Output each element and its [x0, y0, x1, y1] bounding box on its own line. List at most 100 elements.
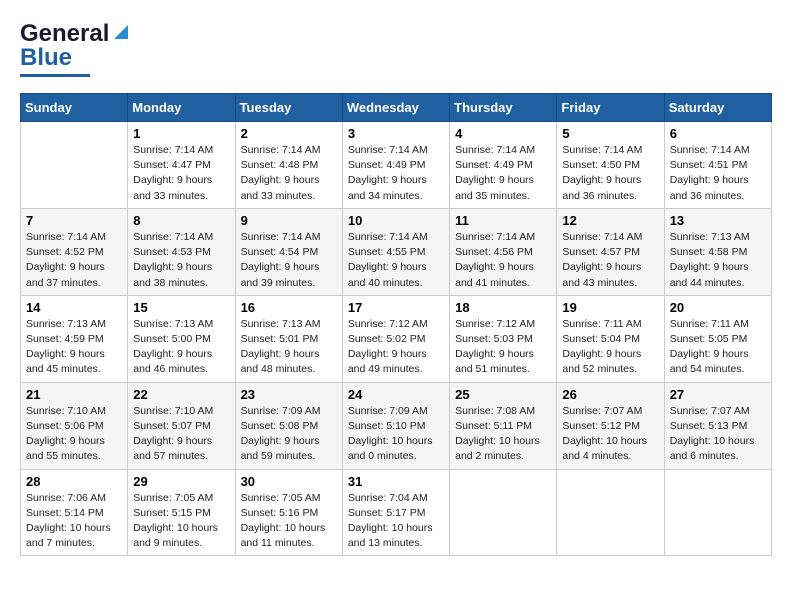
day-number: 31 [348, 474, 444, 489]
day-info: Sunrise: 7:14 AM Sunset: 4:50 PM Dayligh… [562, 143, 658, 204]
calendar-cell: 25 Sunrise: 7:08 AM Sunset: 5:11 PM Dayli… [450, 382, 557, 469]
day-number: 13 [670, 213, 766, 228]
calendar-cell: 7Sunrise: 7:14 AM Sunset: 4:52 PM Daylig… [21, 208, 128, 295]
day-info: Sunrise: 7:14 AM Sunset: 4:57 PM Dayligh… [562, 230, 658, 291]
day-info: Sunrise: 7:11 AM Sunset: 5:04 PM Dayligh… [562, 317, 658, 378]
weekday-header-wednesday: Wednesday [342, 94, 449, 122]
day-info: Sunrise: 7:14 AM Sunset: 4:51 PM Dayligh… [670, 143, 766, 204]
day-info: Sunrise: 7:14 AM Sunset: 4:48 PM Dayligh… [241, 143, 337, 204]
calendar-week-row: 21 Sunrise: 7:10 AM Sunset: 5:06 PM Dayli… [21, 382, 772, 469]
calendar-week-row: 1 Sunrise: 7:14 AM Sunset: 4:47 PM Daylig… [21, 122, 772, 209]
day-info: Sunrise: 7:13 AM Sunset: 4:59 PM Dayligh… [26, 317, 122, 378]
calendar-cell [450, 469, 557, 556]
day-number: 24 [348, 387, 444, 402]
day-info: Sunrise: 7:14 AM Sunset: 4:55 PM Dayligh… [348, 230, 444, 291]
day-info: Sunrise: 7:14 AM Sunset: 4:53 PM Dayligh… [133, 230, 229, 291]
calendar-cell: 21 Sunrise: 7:10 AM Sunset: 5:06 PM Dayli… [21, 382, 128, 469]
calendar-cell: 20 Sunrise: 7:11 AM Sunset: 5:05 PM Dayli… [664, 295, 771, 382]
calendar-cell: 23Sunrise: 7:09 AM Sunset: 5:08 PM Dayli… [235, 382, 342, 469]
day-info: Sunrise: 7:08 AM Sunset: 5:11 PM Dayligh… [455, 404, 551, 465]
day-info: Sunrise: 7:09 AM Sunset: 5:10 PM Dayligh… [348, 404, 444, 465]
day-number: 29 [133, 474, 229, 489]
day-info: Sunrise: 7:05 AM Sunset: 5:16 PM Dayligh… [241, 491, 337, 552]
day-info: Sunrise: 7:12 AM Sunset: 5:03 PM Dayligh… [455, 317, 551, 378]
day-number: 4 [455, 126, 551, 141]
calendar-cell: 9Sunrise: 7:14 AM Sunset: 4:54 PM Daylig… [235, 208, 342, 295]
day-info: Sunrise: 7:04 AM Sunset: 5:17 PM Dayligh… [348, 491, 444, 552]
day-info: Sunrise: 7:10 AM Sunset: 5:06 PM Dayligh… [26, 404, 122, 465]
calendar-cell: 22 Sunrise: 7:10 AM Sunset: 5:07 PM Dayli… [128, 382, 235, 469]
calendar-cell: 11 Sunrise: 7:14 AM Sunset: 4:56 PM Dayli… [450, 208, 557, 295]
day-info: Sunrise: 7:09 AM Sunset: 5:08 PM Dayligh… [241, 404, 337, 465]
calendar-cell: 31 Sunrise: 7:04 AM Sunset: 5:17 PM Dayli… [342, 469, 449, 556]
weekday-header-sunday: Sunday [21, 94, 128, 122]
day-number: 1 [133, 126, 229, 141]
day-info: Sunrise: 7:05 AM Sunset: 5:15 PM Dayligh… [133, 491, 229, 552]
logo: General Blue [20, 20, 132, 77]
day-number: 6 [670, 126, 766, 141]
day-info: Sunrise: 7:13 AM Sunset: 5:01 PM Dayligh… [241, 317, 337, 378]
calendar-cell: 15Sunrise: 7:13 AM Sunset: 5:00 PM Dayli… [128, 295, 235, 382]
day-info: Sunrise: 7:14 AM Sunset: 4:47 PM Dayligh… [133, 143, 229, 204]
calendar-cell: 28 Sunrise: 7:06 AM Sunset: 5:14 PM Dayli… [21, 469, 128, 556]
logo-underline [20, 74, 90, 77]
day-number: 17 [348, 300, 444, 315]
day-info: Sunrise: 7:11 AM Sunset: 5:05 PM Dayligh… [670, 317, 766, 378]
calendar-cell: 13Sunrise: 7:13 AM Sunset: 4:58 PM Dayli… [664, 208, 771, 295]
day-number: 8 [133, 213, 229, 228]
calendar-week-row: 14 Sunrise: 7:13 AM Sunset: 4:59 PM Dayli… [21, 295, 772, 382]
calendar-cell: 29 Sunrise: 7:05 AM Sunset: 5:15 PM Dayli… [128, 469, 235, 556]
weekday-header-saturday: Saturday [664, 94, 771, 122]
weekday-header-friday: Friday [557, 94, 664, 122]
weekday-header-tuesday: Tuesday [235, 94, 342, 122]
day-number: 5 [562, 126, 658, 141]
calendar-cell: 6 Sunrise: 7:14 AM Sunset: 4:51 PM Daylig… [664, 122, 771, 209]
calendar-cell: 2 Sunrise: 7:14 AM Sunset: 4:48 PM Daylig… [235, 122, 342, 209]
calendar-cell: 5 Sunrise: 7:14 AM Sunset: 4:50 PM Daylig… [557, 122, 664, 209]
calendar-cell: 12 Sunrise: 7:14 AM Sunset: 4:57 PM Dayli… [557, 208, 664, 295]
day-info: Sunrise: 7:14 AM Sunset: 4:54 PM Dayligh… [241, 230, 337, 291]
calendar-cell: 26Sunrise: 7:07 AM Sunset: 5:12 PM Dayli… [557, 382, 664, 469]
calendar-cell: 27Sunrise: 7:07 AM Sunset: 5:13 PM Dayli… [664, 382, 771, 469]
calendar-table: SundayMondayTuesdayWednesdayThursdayFrid… [20, 93, 772, 556]
logo-arrow-icon [110, 21, 132, 43]
day-number: 26 [562, 387, 658, 402]
day-number: 30 [241, 474, 337, 489]
calendar-cell: 16 Sunrise: 7:13 AM Sunset: 5:01 PM Dayli… [235, 295, 342, 382]
day-number: 21 [26, 387, 122, 402]
day-number: 27 [670, 387, 766, 402]
day-number: 22 [133, 387, 229, 402]
calendar-cell: 1 Sunrise: 7:14 AM Sunset: 4:47 PM Daylig… [128, 122, 235, 209]
day-info: Sunrise: 7:10 AM Sunset: 5:07 PM Dayligh… [133, 404, 229, 465]
calendar-cell: 3 Sunrise: 7:14 AM Sunset: 4:49 PM Daylig… [342, 122, 449, 209]
day-number: 10 [348, 213, 444, 228]
day-info: Sunrise: 7:14 AM Sunset: 4:49 PM Dayligh… [348, 143, 444, 204]
day-number: 3 [348, 126, 444, 141]
day-number: 28 [26, 474, 122, 489]
day-info: Sunrise: 7:06 AM Sunset: 5:14 PM Dayligh… [26, 491, 122, 552]
day-info: Sunrise: 7:14 AM Sunset: 4:52 PM Dayligh… [26, 230, 122, 291]
calendar-cell [557, 469, 664, 556]
calendar-cell: 17 Sunrise: 7:12 AM Sunset: 5:02 PM Dayli… [342, 295, 449, 382]
day-number: 14 [26, 300, 122, 315]
day-number: 16 [241, 300, 337, 315]
weekday-header-monday: Monday [128, 94, 235, 122]
calendar-cell: 18 Sunrise: 7:12 AM Sunset: 5:03 PM Dayli… [450, 295, 557, 382]
day-number: 2 [241, 126, 337, 141]
day-number: 12 [562, 213, 658, 228]
day-number: 11 [455, 213, 551, 228]
day-info: Sunrise: 7:12 AM Sunset: 5:02 PM Dayligh… [348, 317, 444, 378]
weekday-header-thursday: Thursday [450, 94, 557, 122]
calendar-week-row: 7Sunrise: 7:14 AM Sunset: 4:52 PM Daylig… [21, 208, 772, 295]
calendar-cell [21, 122, 128, 209]
day-number: 20 [670, 300, 766, 315]
day-number: 25 [455, 387, 551, 402]
day-info: Sunrise: 7:13 AM Sunset: 5:00 PM Dayligh… [133, 317, 229, 378]
calendar-cell: 19 Sunrise: 7:11 AM Sunset: 5:04 PM Dayli… [557, 295, 664, 382]
calendar-cell: 4Sunrise: 7:14 AM Sunset: 4:49 PM Daylig… [450, 122, 557, 209]
calendar-cell: 10 Sunrise: 7:14 AM Sunset: 4:55 PM Dayli… [342, 208, 449, 295]
calendar-cell: 30 Sunrise: 7:05 AM Sunset: 5:16 PM Dayli… [235, 469, 342, 556]
day-info: Sunrise: 7:14 AM Sunset: 4:56 PM Dayligh… [455, 230, 551, 291]
day-number: 19 [562, 300, 658, 315]
day-number: 18 [455, 300, 551, 315]
